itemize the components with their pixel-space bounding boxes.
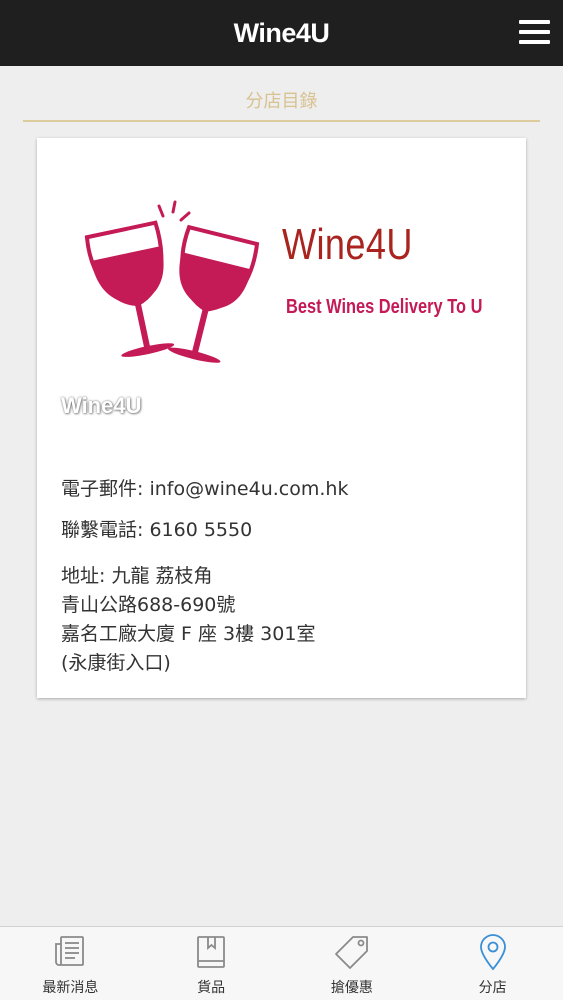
tab-label: 搶優惠 <box>330 980 373 996</box>
tag-icon <box>334 936 368 969</box>
location-pin-icon <box>479 934 506 971</box>
wine-glasses-cheers-icon <box>84 200 260 363</box>
store-logo: Wine4U Best Wines Delivery To U Wine4U <box>37 138 526 438</box>
tab-label: 貨品 <box>197 980 226 996</box>
title-divider <box>23 120 540 122</box>
page-title: 分店目錄 <box>245 91 318 112</box>
store-address: 地址: 九龍 荔枝角 青山公路688-690號 嘉名工廠大廈 F 座 3樓 30… <box>61 562 315 678</box>
address-line: 地址: 九龍 荔枝角 <box>61 565 213 587</box>
newspaper-icon <box>55 936 85 966</box>
brand-name: Wine4U <box>282 220 413 269</box>
tab-news[interactable]: 最新消息 <box>0 927 141 1000</box>
tab-label: 最新消息 <box>42 980 99 996</box>
bottom-tab-bar: 最新消息 貨品 搶優惠 分店 <box>0 926 563 1000</box>
tab-products[interactable]: 貨品 <box>141 927 282 1000</box>
hamburger-menu-icon[interactable] <box>519 17 551 49</box>
tab-label: 分店 <box>478 980 507 996</box>
store-phone[interactable]: 聯繫電話: 6160 5550 <box>61 516 252 545</box>
address-line: 青山公路688-690號 <box>61 594 236 616</box>
address-line: (永康街入口) <box>61 652 171 674</box>
tab-stores[interactable]: 分店 <box>422 927 563 1000</box>
store-email[interactable]: 電子郵件: info@wine4u.com.hk <box>61 475 348 504</box>
address-line: 嘉名工廠大廈 F 座 3樓 301室 <box>61 623 316 645</box>
app-header: Wine4U <box>0 0 563 66</box>
store-card: Wine4U Best Wines Delivery To U Wine4U 電… <box>37 138 526 698</box>
brand-tagline: Best Wines Delivery To U <box>286 296 483 318</box>
tab-deals[interactable]: 搶優惠 <box>282 927 423 1000</box>
app-title: Wine4U <box>233 18 330 48</box>
book-icon <box>197 936 226 968</box>
logo-watermark: Wine4U <box>61 393 142 418</box>
